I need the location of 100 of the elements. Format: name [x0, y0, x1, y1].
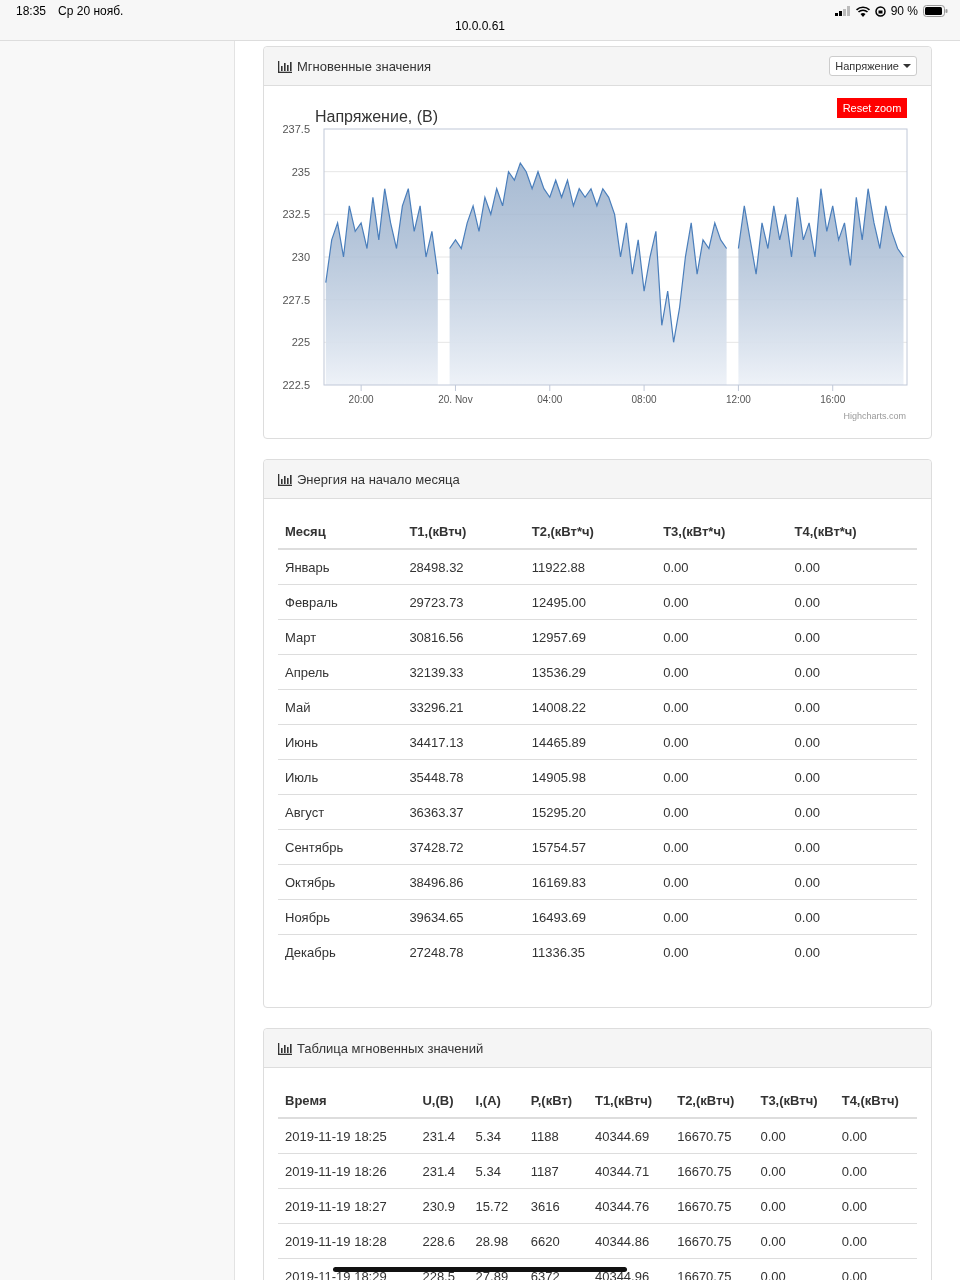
url-text[interactable]: 10.0.0.61 [454, 19, 505, 33]
table-cell: 16169.83 [524, 864, 657, 900]
column-header: T1,(кВтч) [402, 514, 525, 549]
table-cell: 0.00 [656, 829, 788, 865]
table-cell: 14008.22 [524, 689, 657, 725]
table-cell: 15754.57 [524, 829, 657, 865]
table-cell: 12495.00 [524, 584, 657, 620]
table-cell: 13536.29 [524, 654, 657, 690]
table-cell: 40344.76 [587, 1188, 671, 1224]
bar-chart-icon [278, 59, 292, 73]
table-cell: 12957.69 [524, 619, 657, 655]
table-cell: 0.00 [787, 724, 917, 760]
table-cell: 34417.13 [402, 724, 525, 760]
table-cell: 36363.37 [402, 794, 525, 830]
table-cell: 0.00 [834, 1223, 917, 1259]
x-axis-label: 04:00 [537, 394, 563, 405]
table-cell: 2019-11-19 18:28 [278, 1223, 416, 1259]
table-cell: 0.00 [753, 1258, 835, 1280]
table-cell: 11922.88 [524, 549, 657, 585]
x-axis-label: 20. Nov [438, 394, 473, 405]
date-text: Ср 20 нояб. [58, 4, 124, 18]
x-axis-label: 20:00 [348, 394, 374, 405]
table-cell: 228.6 [415, 1223, 469, 1259]
table-cell: 0.00 [656, 619, 788, 655]
wifi-icon [855, 5, 870, 17]
table-cell: 15295.20 [524, 794, 657, 830]
table-cell: 0.00 [656, 654, 788, 690]
bar-chart-icon [278, 472, 292, 486]
table-cell: 40344.69 [587, 1118, 671, 1154]
column-header: T1,(кВтч) [587, 1083, 671, 1118]
x-axis-label: 08:00 [631, 394, 657, 405]
table-cell: 231.4 [415, 1153, 469, 1189]
table-cell: Сентябрь [278, 829, 403, 865]
y-axis-label: 237.5 [282, 123, 310, 135]
table-cell: 0.00 [834, 1258, 917, 1280]
table-cell: 0.00 [787, 829, 917, 865]
table-cell: 0.00 [787, 654, 917, 690]
table-cell: 230.9 [415, 1188, 469, 1224]
table-cell: 39634.65 [402, 899, 525, 935]
table-cell: 0.00 [753, 1223, 835, 1259]
table-cell: 3616 [523, 1188, 588, 1224]
reset-zoom-button[interactable]: Reset zoom [837, 98, 907, 118]
table-cell: 0.00 [656, 864, 788, 900]
clock-time: 18:35 [16, 4, 47, 18]
table-cell: 0.00 [787, 864, 917, 900]
column-header: T2,(кВт*ч) [524, 514, 657, 549]
table-cell: 11336.35 [524, 934, 657, 969]
series-dropdown[interactable]: Напряжение [829, 56, 917, 76]
table-cell: 16670.75 [670, 1223, 754, 1259]
table-cell: 0.00 [753, 1153, 835, 1189]
column-header: T4,(кВтч) [834, 1083, 917, 1118]
table-cell: Октябрь [278, 864, 403, 900]
table-cell: 16670.75 [670, 1188, 754, 1224]
table-cell: 0.00 [656, 549, 788, 585]
y-axis-label: 227.5 [282, 293, 310, 306]
table-cell: Май [278, 689, 403, 725]
table-cell: Февраль [278, 584, 403, 620]
table-cell: 0.00 [787, 584, 917, 620]
table-cell: 0.00 [656, 584, 788, 620]
table-cell: 0.00 [656, 899, 788, 935]
table-cell: 0.00 [787, 549, 917, 585]
panel-title: Энергия на начало месяца [297, 471, 460, 487]
table-cell: 30816.56 [402, 619, 525, 655]
table-cell: Январь [278, 549, 403, 585]
table-cell: 0.00 [787, 759, 917, 795]
table-cell: 0.00 [787, 619, 917, 655]
table-cell: 32139.33 [402, 654, 525, 690]
chart-title: Напряжение, (В) [315, 108, 438, 125]
table-cell: 1187 [523, 1153, 588, 1189]
y-axis-label: 230 [291, 251, 310, 263]
table-cell: Июль [278, 759, 403, 795]
table-cell: 0.00 [656, 934, 788, 969]
caret-icon [903, 64, 911, 68]
table-cell: 40344.71 [587, 1153, 671, 1189]
table-cell: Декабрь [278, 934, 403, 969]
table-cell: 0.00 [656, 794, 788, 830]
rotation-lock-icon [874, 5, 886, 17]
table-cell: 28498.32 [402, 549, 525, 585]
signal-icon [834, 6, 851, 16]
table-cell: 0.00 [656, 759, 788, 795]
column-header: T3,(кВтч) [753, 1083, 835, 1118]
column-header: T3,(кВт*ч) [656, 514, 788, 549]
table-cell: 5.34 [468, 1118, 524, 1154]
table-cell: 15.72 [468, 1188, 524, 1224]
table-cell: 0.00 [656, 724, 788, 760]
table-cell: 33296.21 [402, 689, 525, 725]
table-cell: Июнь [278, 724, 403, 760]
table-cell: 0.00 [753, 1188, 835, 1224]
panel-title: Таблица мгновенных значений [297, 1040, 484, 1056]
y-axis-label: 222.5 [282, 379, 310, 391]
table-cell: 28.98 [468, 1223, 524, 1259]
table-cell: 0.00 [753, 1118, 835, 1154]
table-cell: 0.00 [787, 899, 917, 935]
table-cell: Март [278, 619, 403, 655]
table-cell: 5.34 [468, 1153, 524, 1189]
column-header: Месяц [278, 514, 403, 549]
table-cell: 2019-11-19 18:26 [278, 1153, 416, 1189]
y-axis-label: 235 [291, 165, 310, 178]
table-cell: 231.4 [415, 1118, 469, 1154]
x-axis-label: 16:00 [820, 394, 846, 405]
